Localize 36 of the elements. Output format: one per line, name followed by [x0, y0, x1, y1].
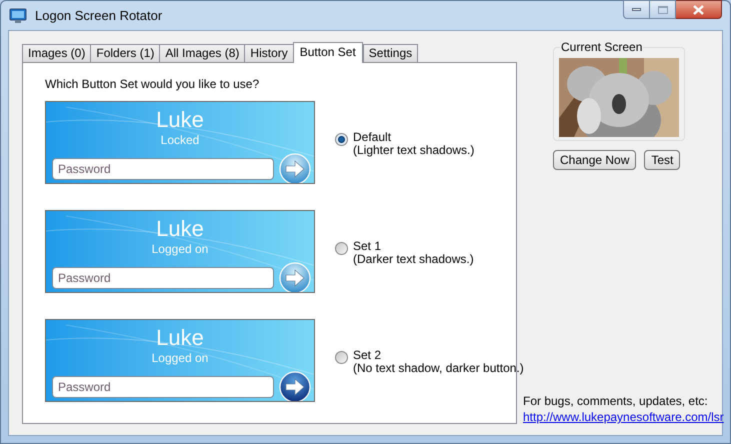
user-name: Luke	[156, 325, 204, 351]
option-description: (No text shadow, darker button.)	[353, 362, 524, 374]
arrow-icon[interactable]	[279, 371, 311, 401]
monitor-icon	[9, 8, 27, 24]
password-field[interactable]: Password	[52, 376, 274, 398]
action-button[interactable]: Change Now	[553, 150, 636, 170]
user-name: Luke	[156, 216, 204, 242]
close-button[interactable]	[676, 0, 722, 19]
tab[interactable]: Folders (1)	[90, 44, 160, 62]
status-text: Logged on	[152, 351, 208, 365]
option-label: Default	[353, 130, 392, 144]
option-description: (Lighter text shadows.)	[353, 144, 474, 156]
footer-text: For bugs, comments, updates, etc:	[523, 393, 709, 409]
window-title: Logon Screen Rotator	[35, 6, 162, 25]
radio-button[interactable]	[335, 132, 348, 146]
password-field[interactable]: Password	[52, 158, 274, 180]
option-description: (Darker text shadows.)	[353, 252, 474, 266]
option-label: Set 2	[353, 348, 382, 362]
tab[interactable]: All Images (8)	[159, 44, 246, 62]
close-icon	[693, 4, 704, 14]
radio-button[interactable]	[335, 350, 348, 364]
question-text: Which Button Set would you like to use?	[45, 76, 260, 93]
password-field[interactable]: Password	[52, 267, 274, 289]
tab[interactable]: Images (0)	[22, 44, 92, 62]
status-text: Locked	[160, 133, 200, 147]
website-link[interactable]: http://www.lukepaynesoftware.com/lsr	[523, 409, 724, 425]
status-text: Logged on	[152, 242, 208, 256]
maximize-button[interactable]	[650, 0, 676, 19]
tab[interactable]: Settings	[362, 44, 418, 62]
action-button[interactable]: Test	[644, 150, 680, 170]
option-label: Set 1	[353, 240, 382, 252]
user-name: Luke	[156, 107, 204, 133]
tab[interactable]: History	[244, 44, 294, 62]
minimize-button[interactable]	[623, 0, 650, 19]
tab[interactable]: Button Set	[292, 42, 363, 63]
radio-button[interactable]	[335, 242, 348, 254]
